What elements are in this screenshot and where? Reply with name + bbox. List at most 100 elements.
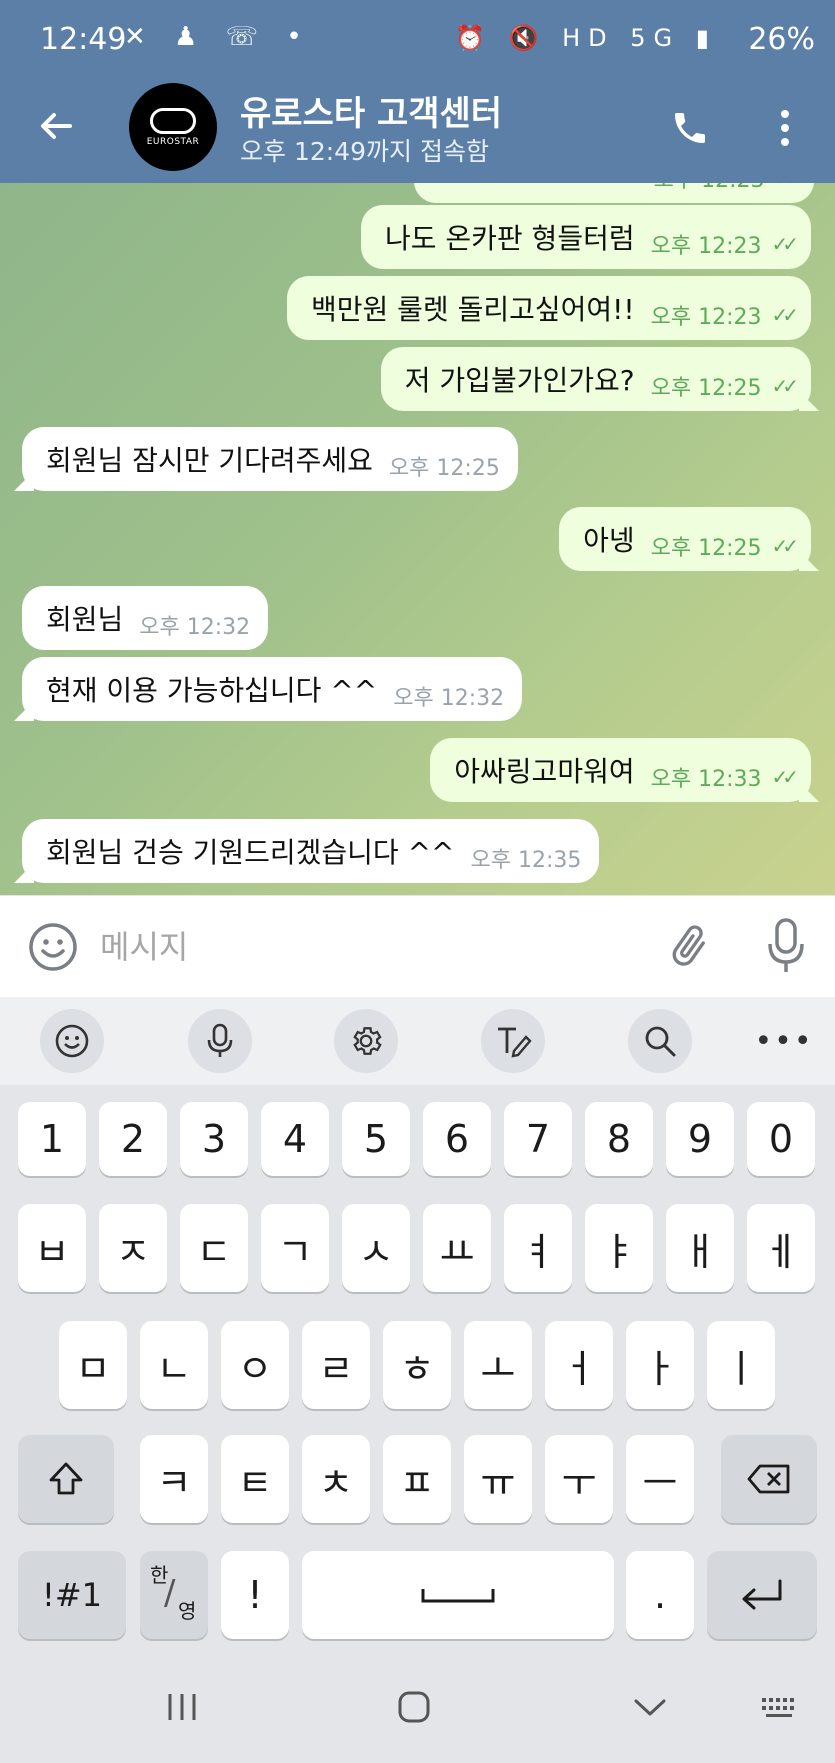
message-bubble-out[interactable]: 저 가입불가인가요? 오후 12:25 ✓✓ <box>380 347 811 411</box>
keyboard: 1 2 3 4 5 6 7 8 9 0 ㅂ ㅈ ㄷ ㄱ ㅅ ㅛ ㅕ ㅑ ㅐ ㅔ … <box>0 1085 835 1653</box>
lang-english-label: 영 <box>178 1599 197 1623</box>
message-time: 오후 12:35 <box>470 848 582 873</box>
message-bubble-in[interactable]: 회원님 건승 기원드리겠습니다 ^^ 오후 12:35 <box>22 819 600 883</box>
key-kieuk[interactable]: ㅋ <box>140 1435 208 1523</box>
message-time: 오후 12:25 <box>388 456 500 481</box>
key-6[interactable]: 6 <box>423 1102 491 1176</box>
shift-key[interactable] <box>18 1435 114 1523</box>
avatar[interactable]: EUROSTAR <box>129 83 217 171</box>
message-text: 백만원 룰렛 돌리고싶어여!! <box>310 293 635 326</box>
more-vertical-icon[interactable] <box>770 102 800 154</box>
read-checkmarks-icon: ✓✓ <box>771 765 798 789</box>
message-text: 회원님 <box>46 603 124 636</box>
message-time: 오후 12:25 <box>650 376 762 401</box>
key-rieul[interactable]: ㄹ <box>302 1321 370 1409</box>
message-time: 오후 12:32 <box>393 686 505 711</box>
search-icon[interactable] <box>628 1009 692 1073</box>
home-icon[interactable] <box>384 1681 444 1733</box>
key-7[interactable]: 7 <box>504 1102 572 1176</box>
key-tieut[interactable]: ㅌ <box>221 1435 289 1523</box>
key-8[interactable]: 8 <box>585 1102 653 1176</box>
message-time: 오후 12:23 <box>650 234 762 259</box>
key-u[interactable]: ㅜ <box>545 1435 613 1523</box>
more-horizontal-icon[interactable]: ••• <box>752 1009 816 1073</box>
settings-gear-icon[interactable] <box>334 1009 398 1073</box>
message-bubble-out[interactable]: 백만원 룰렛 돌리고싶어여!! 오후 12:23 ✓✓ <box>286 276 811 340</box>
key-0[interactable]: 0 <box>747 1102 815 1176</box>
message-time: 오후 12:23 <box>654 183 765 194</box>
key-yeo[interactable]: ㅕ <box>504 1204 572 1292</box>
shift-arrow-icon <box>49 1462 83 1495</box>
key-digeut[interactable]: ㄷ <box>180 1204 248 1292</box>
last-seen-status: 오후 12:49까지 접속함 <box>240 137 489 166</box>
key-ieung[interactable]: ㅇ <box>221 1321 289 1409</box>
backspace-icon <box>747 1464 790 1494</box>
chat-title[interactable]: 유로스타 고객센터 <box>240 86 502 135</box>
key-eu[interactable]: ㅡ <box>626 1435 694 1523</box>
message-list[interactable]: 오후 12:23 ✓✓ 나도 온카판 형들터럼 오후 12:23 ✓✓ 백만원 룰렛… <box>0 183 835 895</box>
message-bubble-out[interactable]: 아싸링고마워여 오후 12:33 ✓✓ <box>430 738 811 802</box>
paperclip-icon[interactable] <box>664 920 714 974</box>
message-time: 오후 12:32 <box>139 615 251 640</box>
key-giyeok[interactable]: ㄱ <box>261 1204 329 1292</box>
keyboard-toolbar: ••• <box>0 997 835 1085</box>
key-chieut[interactable]: ㅊ <box>302 1435 370 1523</box>
key-5[interactable]: 5 <box>342 1102 410 1176</box>
key-pieup[interactable]: ㅍ <box>383 1435 451 1523</box>
key-yo[interactable]: ㅛ <box>423 1204 491 1292</box>
key-9[interactable]: 9 <box>666 1102 734 1176</box>
system-navigation-bar <box>0 1653 835 1763</box>
back-arrow-icon[interactable] <box>30 100 82 152</box>
key-1[interactable]: 1 <box>18 1102 86 1176</box>
exclamation-key[interactable]: ! <box>221 1551 289 1639</box>
key-4[interactable]: 4 <box>261 1102 329 1176</box>
message-bubble-in[interactable]: 회원님 잠시만 기다려주세요 오후 12:25 <box>22 427 518 491</box>
key-o[interactable]: ㅗ <box>464 1321 532 1409</box>
symbols-key[interactable]: !#1 <box>18 1551 126 1639</box>
message-bubble-in[interactable]: 회원님 오후 12:32 <box>22 586 269 650</box>
keyboard-emoji-icon[interactable] <box>40 1009 104 1073</box>
handwriting-icon[interactable] <box>481 1009 545 1073</box>
recent-apps-icon[interactable] <box>152 1681 212 1733</box>
message-bubble-out[interactable]: 아넹 오후 12:25 ✓✓ <box>559 507 811 571</box>
key-nieun[interactable]: ㄴ <box>140 1321 208 1409</box>
key-2[interactable]: 2 <box>99 1102 167 1176</box>
message-input[interactable] <box>100 922 640 972</box>
key-ae[interactable]: ㅐ <box>666 1204 734 1292</box>
voice-input-icon[interactable] <box>188 1009 252 1073</box>
system-status-icons: ⏰ 🔇 HD 5G ▮ <box>455 24 717 52</box>
key-yu[interactable]: ㅠ <box>464 1435 532 1523</box>
key-i[interactable]: ㅣ <box>707 1321 775 1409</box>
key-hieut[interactable]: ㅎ <box>383 1321 451 1409</box>
message-text: 현재 이용 가능하십니다 ^^ <box>46 674 378 707</box>
read-checkmarks-icon: ✓✓ <box>771 374 798 398</box>
key-e[interactable]: ㅔ <box>747 1204 815 1292</box>
microphone-icon[interactable] <box>764 916 808 976</box>
key-jieut[interactable]: ㅈ <box>99 1204 167 1292</box>
backspace-key[interactable] <box>721 1435 817 1523</box>
key-ya[interactable]: ㅑ <box>585 1204 653 1292</box>
hide-keyboard-chevron-icon[interactable] <box>620 1681 680 1733</box>
space-bar[interactable] <box>302 1551 614 1639</box>
message-bubble-in[interactable]: 현재 이용 가능하십니다 ^^ 오후 12:32 <box>22 657 523 721</box>
emoji-icon[interactable] <box>28 922 78 972</box>
key-bieup[interactable]: ㅂ <box>18 1204 86 1292</box>
status-time: 12:49 <box>40 22 127 57</box>
key-mieum[interactable]: ㅁ <box>59 1321 127 1409</box>
message-bubble-out[interactable]: 나도 온카판 형들터럼 오후 12:23 ✓✓ <box>360 205 811 269</box>
message-text: 저 가입불가인가요? <box>404 364 635 397</box>
language-switch-key[interactable]: 한 / 영 <box>140 1551 208 1639</box>
message-time: 오후 12:23 <box>650 305 762 330</box>
phone-icon[interactable] <box>664 102 716 154</box>
key-3[interactable]: 3 <box>180 1102 248 1176</box>
key-eo[interactable]: ㅓ <box>545 1321 613 1409</box>
key-a[interactable]: ㅏ <box>626 1321 694 1409</box>
period-key[interactable]: . <box>626 1551 694 1639</box>
key-siot[interactable]: ㅅ <box>342 1204 410 1292</box>
message-time: 오후 12:33 <box>650 767 762 792</box>
message-text: 아싸링고마워여 <box>454 755 635 788</box>
keyboard-switch-icon[interactable] <box>750 1681 810 1733</box>
battery-level: 26% <box>748 22 815 57</box>
enter-key[interactable] <box>707 1551 817 1639</box>
avatar-logo-text: EUROSTAR <box>146 136 200 147</box>
